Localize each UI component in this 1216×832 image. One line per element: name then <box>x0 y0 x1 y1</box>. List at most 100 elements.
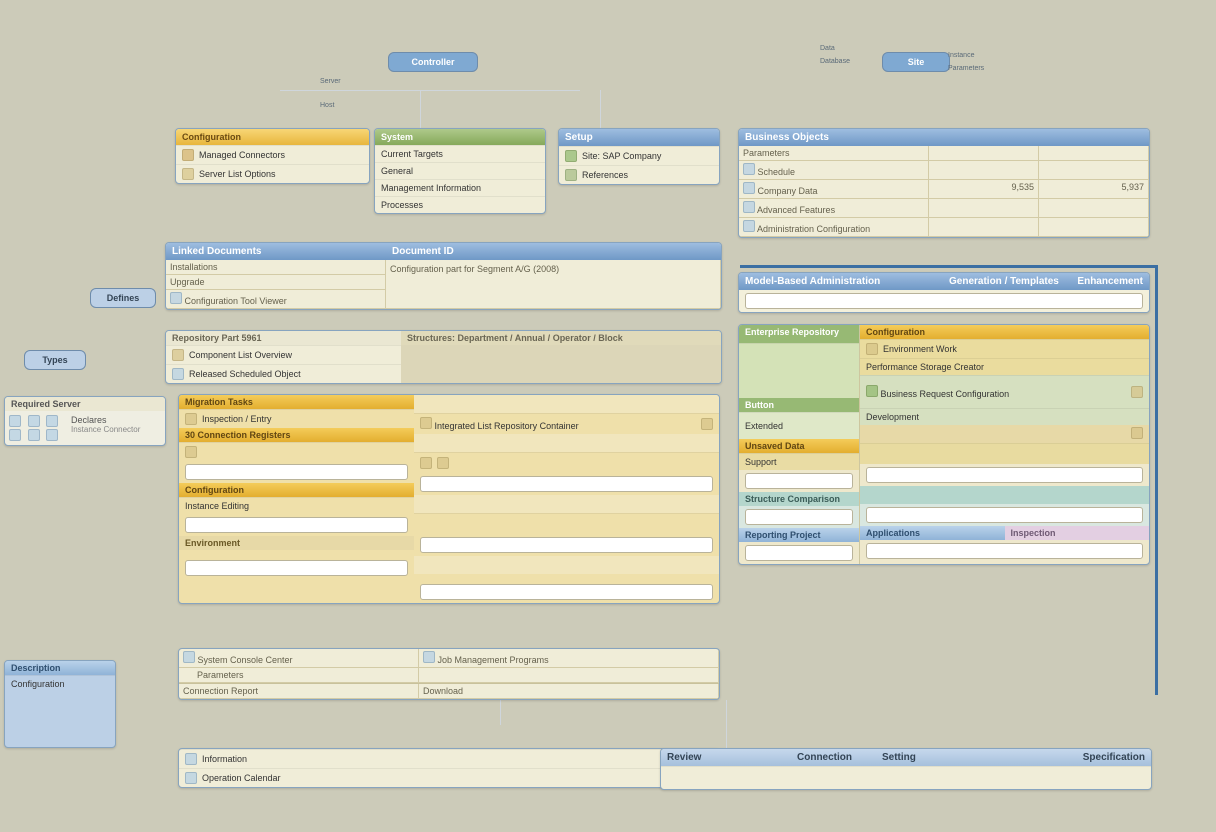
list-item[interactable]: Job Management Programs <box>419 649 719 668</box>
doc-icon <box>743 220 755 232</box>
search-input[interactable] <box>745 293 1143 309</box>
list-item[interactable]: Configuration Tool Viewer <box>166 290 386 309</box>
text-input[interactable] <box>745 473 853 489</box>
list-item[interactable] <box>414 513 719 534</box>
section-header: Environment <box>179 536 414 550</box>
thumb-icon <box>46 429 58 441</box>
item-label: Declares <box>71 415 161 425</box>
card-icon <box>185 413 197 425</box>
list-item[interactable]: Operation Calendar <box>179 768 719 787</box>
section-header: Unsaved Data <box>739 439 859 453</box>
list-item[interactable]: References <box>559 165 719 184</box>
panel-linked-documents[interactable]: Linked Documents Document ID Installatio… <box>165 242 722 310</box>
gear-icon[interactable] <box>1131 386 1143 398</box>
list-item[interactable]: Current Targets <box>375 145 545 162</box>
list-item[interactable]: Company Data <box>739 180 929 199</box>
list-item[interactable]: Extended <box>739 412 859 439</box>
panel-system-console[interactable]: System Console Center Job Management Pro… <box>178 648 720 700</box>
panel-system[interactable]: System Current Targets General Managemen… <box>374 128 546 214</box>
list-item[interactable]: Administration Configuration <box>739 218 929 237</box>
list-item[interactable]: Server List Options <box>176 164 369 183</box>
panel-model-admin[interactable]: Model-Based Administration Generation / … <box>738 272 1150 313</box>
text-input[interactable] <box>745 545 853 561</box>
doc-icon <box>743 201 755 213</box>
panel-business-objects[interactable]: Business Objects Parameters Schedule Com… <box>738 128 1150 238</box>
list-item[interactable] <box>179 442 414 461</box>
text-input[interactable] <box>185 517 408 533</box>
list-item[interactable]: Schedule <box>739 161 929 180</box>
list-item[interactable]: Support <box>739 453 859 470</box>
list-item[interactable] <box>860 443 1149 464</box>
list-item[interactable]: Parameters <box>179 668 419 683</box>
doc-icon <box>743 163 755 175</box>
list-item[interactable]: Configuration <box>5 675 115 692</box>
text-input[interactable] <box>866 467 1143 483</box>
panel-information[interactable]: Information Operation Calendar <box>178 748 720 788</box>
text-input[interactable] <box>420 537 713 553</box>
node-site[interactable]: Site <box>882 52 950 72</box>
list-item[interactable]: Development <box>860 408 1149 425</box>
section-header: Reporting Project <box>739 528 859 542</box>
panel-title: Description <box>5 661 115 675</box>
item-label: Server List Options <box>199 169 276 179</box>
text-input[interactable] <box>185 464 408 480</box>
list-item[interactable]: Business Request Configuration <box>860 375 1149 408</box>
list-item[interactable]: Component List Overview <box>166 345 401 364</box>
panel-enterprise[interactable]: Enterprise Repository Button Extended Un… <box>738 324 1150 565</box>
list-item[interactable]: Download <box>419 684 719 699</box>
list-item[interactable]: Parameters <box>739 146 929 161</box>
text-input[interactable] <box>420 476 713 492</box>
input-row <box>414 574 719 603</box>
panel-setup[interactable]: Setup Site: SAP Company References <box>558 128 720 185</box>
list-item[interactable]: General <box>375 162 545 179</box>
list-item[interactable]: Configuration part for Segment A/G (2008… <box>386 260 721 309</box>
text-input[interactable] <box>866 507 1143 523</box>
list-item[interactable] <box>414 452 719 473</box>
list-item[interactable]: Management Information <box>375 179 545 196</box>
list-item[interactable] <box>739 343 859 398</box>
panel-title: Repository Part 5961 <box>166 331 401 345</box>
panel-repository[interactable]: Repository Part 5961 Component List Over… <box>165 330 722 384</box>
doc-icon <box>183 651 195 663</box>
list-item[interactable]: Performance Storage Creator <box>860 358 1149 375</box>
list-item[interactable]: Upgrade <box>166 275 386 290</box>
panel-migration[interactable]: Migration Tasks Inspection / Entry 30 Co… <box>178 394 720 604</box>
sub-title: Structures: Department / Annual / Operat… <box>401 331 721 345</box>
list-item[interactable]: Inspection / Entry <box>179 409 414 428</box>
list-item[interactable]: Released Scheduled Object <box>166 364 401 383</box>
list-item[interactable]: Processes <box>375 196 545 213</box>
table-row[interactable] <box>661 766 1151 789</box>
value: 9,535 <box>929 180 1039 199</box>
text-input[interactable] <box>745 509 853 525</box>
list-item[interactable]: Site: SAP Company <box>559 146 719 165</box>
card-icon <box>866 343 878 355</box>
list-item[interactable]: Installations <box>166 260 386 275</box>
node-controller[interactable]: Controller <box>388 52 478 72</box>
text-input[interactable] <box>185 560 408 576</box>
list-item[interactable]: Advanced Features <box>739 199 929 218</box>
input-row <box>739 470 859 492</box>
gear-icon[interactable] <box>701 418 713 430</box>
panel-review[interactable]: Review Connection Setting Specification <box>660 748 1152 790</box>
list-item[interactable]: System Console Center <box>179 649 419 668</box>
text-input[interactable] <box>420 584 713 600</box>
doc-icon <box>185 753 197 765</box>
node-types[interactable]: Types <box>24 350 86 370</box>
panel-title: Required Server <box>5 397 165 411</box>
panel-configuration[interactable]: Configuration Managed Connectors Server … <box>175 128 370 184</box>
text-input[interactable] <box>866 543 1143 559</box>
node-defines[interactable]: Defines <box>90 288 156 308</box>
list-item[interactable]: Instance Editing <box>179 497 414 514</box>
list-item[interactable]: Managed Connectors <box>176 145 369 164</box>
panel-required-server[interactable]: Required Server Declares Instance Connec… <box>4 396 166 446</box>
item-label: Current Targets <box>381 149 443 159</box>
input-row <box>739 506 859 528</box>
section-header <box>414 434 719 452</box>
section-header: Enterprise Repository <box>739 325 859 343</box>
list-item[interactable]: Information <box>179 749 719 768</box>
panel-description[interactable]: Description Configuration <box>4 660 116 748</box>
conn-label: Parameters <box>948 65 984 72</box>
list-item[interactable]: Environment Work <box>860 339 1149 358</box>
list-item[interactable]: Integrated List Repository Container <box>414 413 719 434</box>
list-item[interactable]: Connection Report <box>179 684 419 699</box>
